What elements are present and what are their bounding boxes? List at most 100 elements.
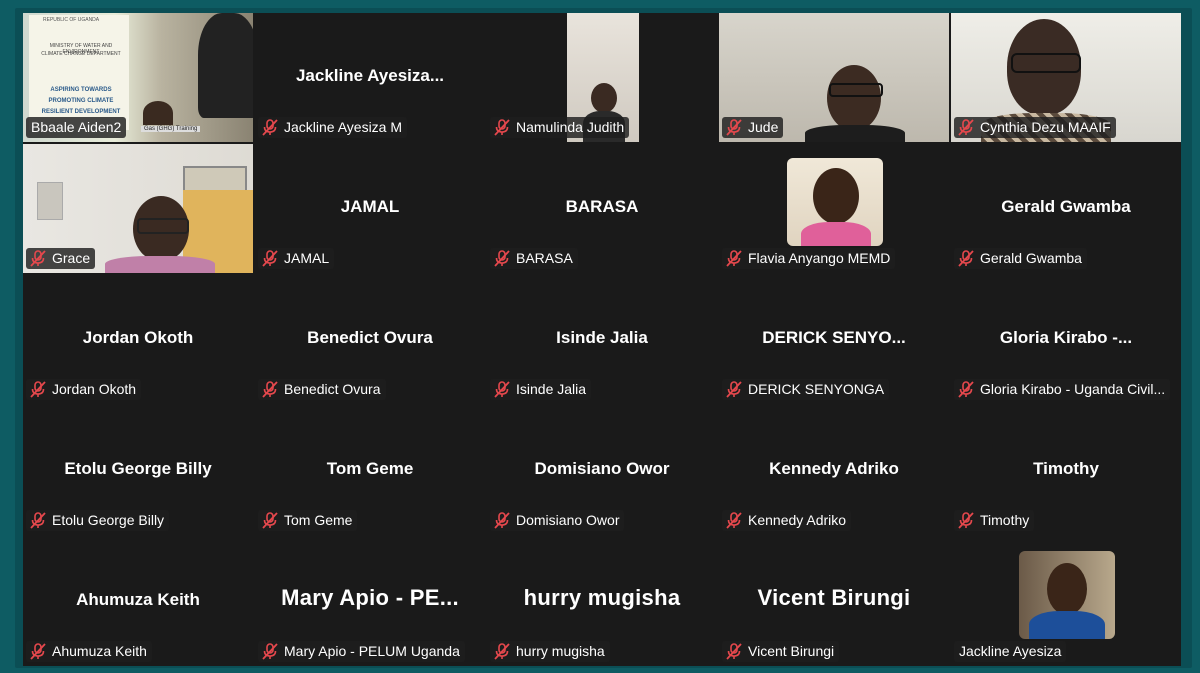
participant-name-text: Gerald Gwamba <box>980 250 1082 266</box>
participant-display-name: Jordan Okoth <box>82 328 194 347</box>
participant-tile[interactable]: Jackline Ayesiza <box>951 537 1181 666</box>
participant-name-label: Gloria Kirabo - Uganda Civil... <box>954 379 1171 400</box>
participant-tile[interactable]: JAMAL JAMAL <box>255 144 485 273</box>
participant-name-text: Namulinda Judith <box>516 119 625 135</box>
participant-name-label: Benedict Ovura <box>258 379 386 400</box>
participant-display-name: Mary Apio - PE... <box>281 585 459 610</box>
participant-name-text: Tom Geme <box>284 512 353 528</box>
slide-header: REPUBLIC OF UGANDA <box>43 17 100 23</box>
participant-tile[interactable]: Grace <box>23 144 253 273</box>
microphone-muted-icon <box>725 643 743 660</box>
microphone-muted-icon <box>29 250 47 267</box>
participant-display-name: Ahumuza Keith <box>76 590 200 609</box>
participant-name-text: Ahumuza Keith <box>52 643 147 659</box>
microphone-muted-icon <box>493 512 511 529</box>
participant-name-label: DERICK SENYONGA <box>722 379 890 400</box>
microphone-muted-icon <box>957 119 975 136</box>
participant-name-label: Jackline Ayesiza <box>954 641 1067 662</box>
participant-name-label: Isinde Jalia <box>490 379 592 400</box>
participant-name-label: hurry mugisha <box>490 641 610 662</box>
participant-name-label: Bbaale Aiden2 <box>26 117 127 138</box>
participant-tile[interactable]: Jude <box>719 13 949 142</box>
participant-name-text: DERICK SENYONGA <box>748 381 885 397</box>
slide-line1: ASPIRING TOWARDS <box>50 87 112 93</box>
participant-name-label: Cynthia Dezu MAAIF <box>954 117 1116 138</box>
participant-name-label: Jackline Ayesiza M <box>258 117 408 138</box>
participant-name-label: Namulinda Judith <box>490 117 630 138</box>
participant-tile[interactable]: Jackline Ayesiza... Jackline Ayesiza M <box>255 13 485 142</box>
participant-tile[interactable]: Cynthia Dezu MAAIF <box>951 13 1181 142</box>
participant-gallery: REPUBLIC OF UGANDA MINISTRY OF WATER AND … <box>23 13 1181 666</box>
participant-name-label: Timothy <box>954 510 1035 531</box>
slide-footer: Gas (GHG) Training <box>141 126 201 132</box>
microphone-muted-icon <box>29 512 47 529</box>
microphone-muted-icon <box>493 119 511 136</box>
participant-name-text: Jackline Ayesiza <box>959 643 1062 659</box>
participant-name-label: Vicent Birungi <box>722 641 840 662</box>
participant-name-text: BARASA <box>516 250 573 266</box>
participant-tile[interactable]: Tom Geme Tom Geme <box>255 406 485 535</box>
participant-name-text: Jackline Ayesiza M <box>284 119 403 135</box>
participant-name-label: Kennedy Adriko <box>722 510 852 531</box>
slide-line2: PROMOTING CLIMATE <box>48 98 114 104</box>
participant-tile[interactable]: Vicent Birungi Vicent Birungi <box>719 537 949 666</box>
participant-display-name: Gloria Kirabo -... <box>999 328 1133 347</box>
participant-display-name: Etolu George Billy <box>64 459 212 478</box>
participant-name-label: Mary Apio - PELUM Uganda <box>258 641 465 662</box>
participant-tile[interactable]: Etolu George Billy Etolu George Billy <box>23 406 253 535</box>
microphone-muted-icon <box>261 250 279 267</box>
participant-tile[interactable]: Kennedy Adriko Kennedy Adriko <box>719 406 949 535</box>
microphone-muted-icon <box>957 512 975 529</box>
participant-tile[interactable]: Jordan Okoth Jordan Okoth <box>23 275 253 404</box>
slide-line3: RESILIENT DEVELOPMENT <box>41 109 121 115</box>
participant-name-text: Mary Apio - PELUM Uganda <box>284 643 460 659</box>
microphone-muted-icon <box>493 643 511 660</box>
microphone-muted-icon <box>725 512 743 529</box>
participant-name-label: Etolu George Billy <box>26 510 170 531</box>
participant-name-label: Grace <box>26 248 96 269</box>
participant-tile[interactable]: Benedict Ovura Benedict Ovura <box>255 275 485 404</box>
participant-display-name: Timothy <box>1033 459 1099 478</box>
participant-name-label: Jude <box>722 117 784 138</box>
participant-tile[interactable]: hurry mugisha hurry mugisha <box>487 537 717 666</box>
participant-tile[interactable]: Isinde Jalia Isinde Jalia <box>487 275 717 404</box>
participant-display-name: Isinde Jalia <box>556 328 648 347</box>
participant-tile[interactable]: Flavia Anyango MEMD <box>719 144 949 273</box>
participant-tile[interactable]: Domisiano Owor Domisiano Owor <box>487 406 717 535</box>
microphone-muted-icon <box>261 643 279 660</box>
participant-name-label: Ahumuza Keith <box>26 641 152 662</box>
participant-tile[interactable]: DERICK SENYO... DERICK SENYONGA <box>719 275 949 404</box>
participant-display-name: Jackline Ayesiza... <box>295 66 445 85</box>
participant-tile[interactable]: Ahumuza Keith Ahumuza Keith <box>23 537 253 666</box>
participant-name-text: Domisiano Owor <box>516 512 620 528</box>
participant-tile[interactable]: Mary Apio - PE... Mary Apio - PELUM Ugand… <box>255 537 485 666</box>
microphone-muted-icon <box>29 643 47 660</box>
participant-display-name: hurry mugisha <box>523 585 681 610</box>
participant-name-text: Isinde Jalia <box>516 381 587 397</box>
slide-dept: CLIMATE CHANGE DEPARTMENT <box>41 51 121 57</box>
participant-tile[interactable]: Gerald Gwamba Gerald Gwamba <box>951 144 1181 273</box>
microphone-muted-icon <box>957 250 975 267</box>
participant-tile[interactable]: BARASA BARASA <box>487 144 717 273</box>
participant-name-text: JAMAL <box>284 250 330 266</box>
participant-name-label: Gerald Gwamba <box>954 248 1087 269</box>
participant-name-label: Jordan Okoth <box>26 379 142 400</box>
microphone-muted-icon <box>957 381 975 398</box>
participant-display-name: JAMAL <box>340 197 400 216</box>
participant-display-name: DERICK SENYO... <box>762 328 906 347</box>
participant-tile[interactable]: REPUBLIC OF UGANDA MINISTRY OF WATER AND … <box>23 13 253 142</box>
participant-display-name: BARASA <box>565 197 639 216</box>
participant-display-name: Vicent Birungi <box>757 585 911 610</box>
participant-tile[interactable]: Namulinda Judith <box>487 13 717 142</box>
participant-name-text: Cynthia Dezu MAAIF <box>980 119 1111 135</box>
participant-display-name: Tom Geme <box>326 459 414 478</box>
participant-tile[interactable]: Gloria Kirabo -... Gloria Kirabo - Uganda… <box>951 275 1181 404</box>
participant-name-label: BARASA <box>490 248 578 269</box>
microphone-muted-icon <box>261 512 279 529</box>
participant-name-text: Kennedy Adriko <box>748 512 847 528</box>
microphone-muted-icon <box>261 119 279 136</box>
participant-tile[interactable]: Timothy Timothy <box>951 406 1181 535</box>
participant-name-label: Domisiano Owor <box>490 510 625 531</box>
microphone-muted-icon <box>261 381 279 398</box>
participant-name-text: hurry mugisha <box>516 643 605 659</box>
